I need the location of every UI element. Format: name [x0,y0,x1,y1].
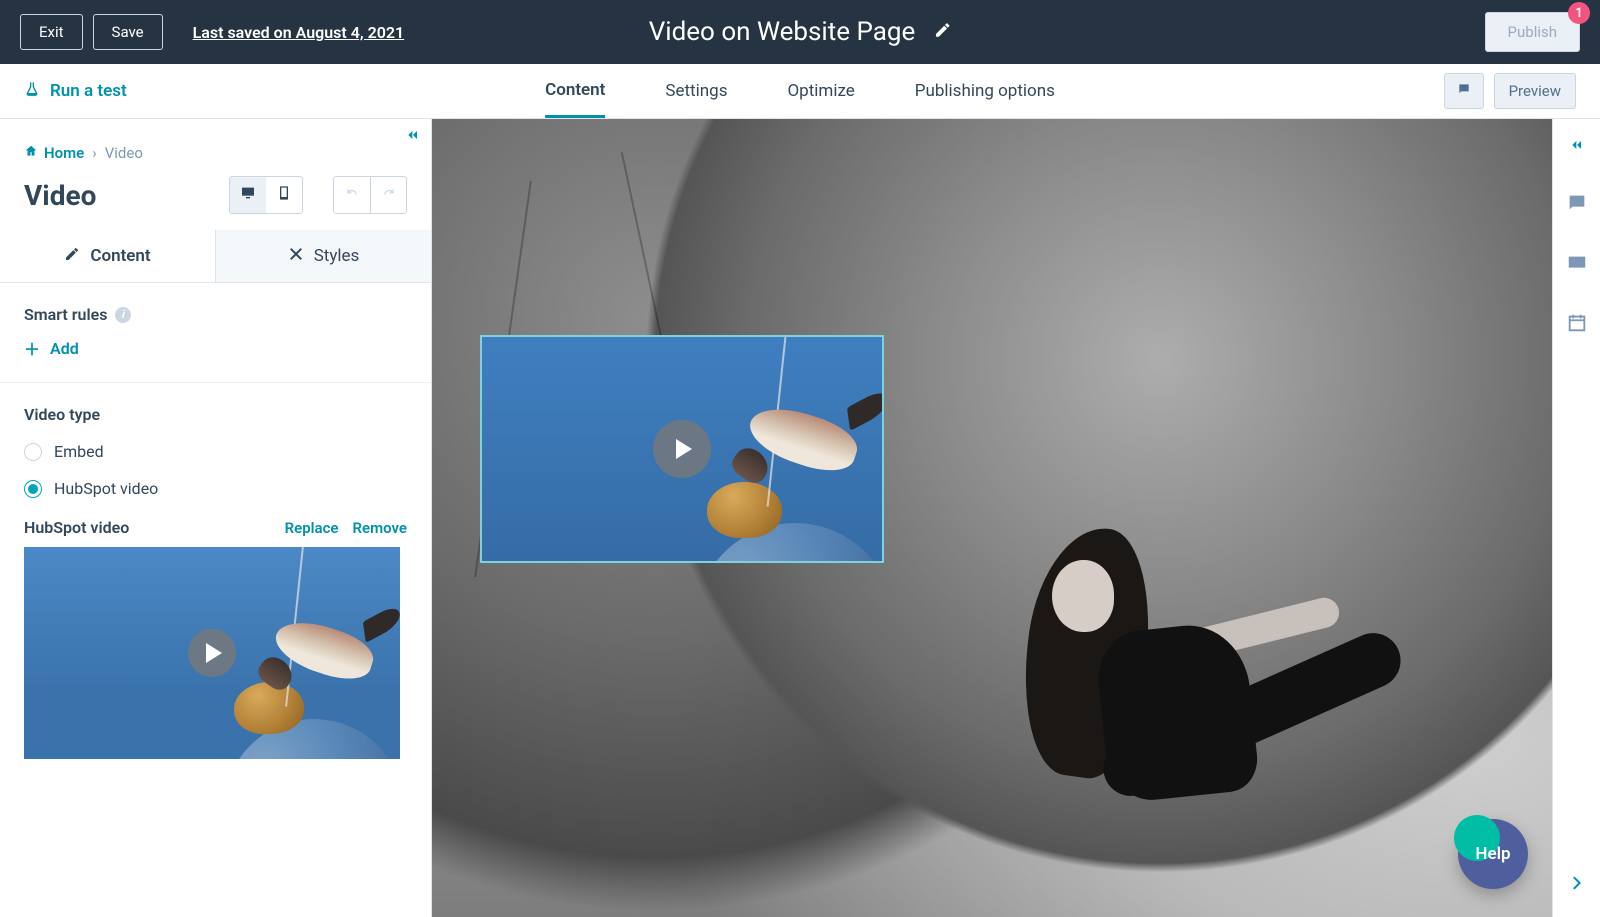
breadcrumb-current: Video [105,144,143,162]
panel-head: Video [0,162,431,230]
help-label: Help [1475,844,1510,864]
panel-subtabs: Content Styles [0,230,431,283]
radio-hubspot-label: HubSpot video [54,479,158,498]
add-smart-rule-link[interactable]: ＋ Add [24,336,407,360]
subtab-styles-label: Styles [314,246,360,266]
comments-button[interactable] [1444,73,1484,109]
remove-link[interactable]: Remove [353,519,408,537]
radio-embed[interactable]: Embed [24,442,407,461]
breadcrumb: Home › Video [0,119,431,162]
redo-button[interactable] [370,177,406,213]
plus-icon: ＋ [24,336,40,360]
breadcrumb-separator: › [92,144,97,162]
page-title: Video on Website Page [649,17,916,47]
canvas-preview[interactable] [432,119,1552,917]
panel-title: Video [24,179,96,212]
undo-redo-group [333,176,407,214]
top-bar: Exit Save Last saved on August 4, 2021 V… [0,0,1600,64]
page-title-wrap: Video on Website Page [649,17,952,47]
play-icon [653,420,711,478]
hero-person-shape [922,417,1382,857]
video-type-section: Video type Embed HubSpot video [0,383,431,508]
radio-embed-input[interactable] [24,443,42,461]
rail-display-icon[interactable] [1566,252,1588,278]
main-tabs: Content Settings Optimize Publishing opt… [545,64,1055,118]
subtab-styles[interactable]: Styles [215,230,431,282]
radio-hubspot-input[interactable] [24,480,42,498]
toolbar-right: Preview [1444,73,1576,109]
publish-badge: 1 [1568,2,1590,24]
flask-icon [24,79,40,104]
collapse-right-icon[interactable] [1567,137,1587,158]
tab-optimize[interactable]: Optimize [787,64,854,118]
run-test-link[interactable]: Run a test [24,79,127,104]
panel-head-controls [229,176,407,214]
main-area: Home › Video Video [0,119,1600,917]
thumbnail-bird-shape [254,607,394,692]
smart-rules-label: Smart rules [24,305,107,324]
device-toggle [229,176,303,214]
last-saved-link[interactable]: Last saved on August 4, 2021 [193,23,405,42]
subtab-content[interactable]: Content [0,230,215,282]
hubspot-video-label: HubSpot video [24,518,129,537]
undo-icon [343,186,361,205]
subtab-content-label: Content [90,246,150,266]
redo-icon [380,186,398,205]
run-test-label: Run a test [50,81,127,101]
video-thumbnail[interactable] [24,547,400,759]
device-desktop-button[interactable] [230,177,266,213]
publish-button[interactable]: Publish [1485,12,1580,52]
desktop-icon [239,185,257,205]
device-mobile-button[interactable] [266,177,302,213]
replace-link[interactable]: Replace [285,519,339,537]
play-icon [188,629,236,677]
embed-cork-shape [707,482,782,538]
home-icon [24,144,38,162]
save-button[interactable]: Save [93,14,163,50]
breadcrumb-home-label: Home [44,144,84,162]
rail-calendar-icon[interactable] [1566,312,1588,338]
help-button[interactable]: Help [1458,819,1528,889]
publish-wrap: Publish 1 [1485,12,1580,52]
video-actions: Replace Remove [285,519,407,537]
embed-bird-shape [728,392,878,487]
smart-rules-label-row: Smart rules i [24,305,407,324]
tab-content[interactable]: Content [545,64,605,118]
preview-button[interactable]: Preview [1494,73,1576,109]
tab-settings[interactable]: Settings [665,64,727,118]
speech-bubble-icon [1455,82,1473,100]
tab-publishing-options[interactable]: Publishing options [915,64,1055,118]
mobile-icon [275,185,293,205]
pencil-icon [64,246,80,267]
breadcrumb-home[interactable]: Home [24,144,84,162]
embedded-video[interactable] [480,335,884,563]
collapse-left-icon[interactable] [403,127,423,148]
hubspot-video-header: HubSpot video Replace Remove [0,508,431,547]
smart-rules-section: Smart rules i ＋ Add [0,283,431,383]
info-icon[interactable]: i [115,307,131,323]
radio-hubspot-video[interactable]: HubSpot video [24,479,407,498]
undo-button[interactable] [334,177,370,213]
edit-title-icon[interactable] [933,21,951,43]
rail-next-icon[interactable] [1553,869,1600,897]
radio-embed-label: Embed [54,442,104,461]
right-rail [1552,119,1600,917]
exit-button[interactable]: Exit [20,14,83,50]
video-type-label: Video type [24,405,407,424]
close-brush-icon [288,246,304,267]
tool-bar: Run a test Content Settings Optimize Pub… [0,64,1600,119]
rail-comments-icon[interactable] [1566,192,1588,218]
left-panel: Home › Video Video [0,119,432,917]
add-label: Add [50,339,79,358]
